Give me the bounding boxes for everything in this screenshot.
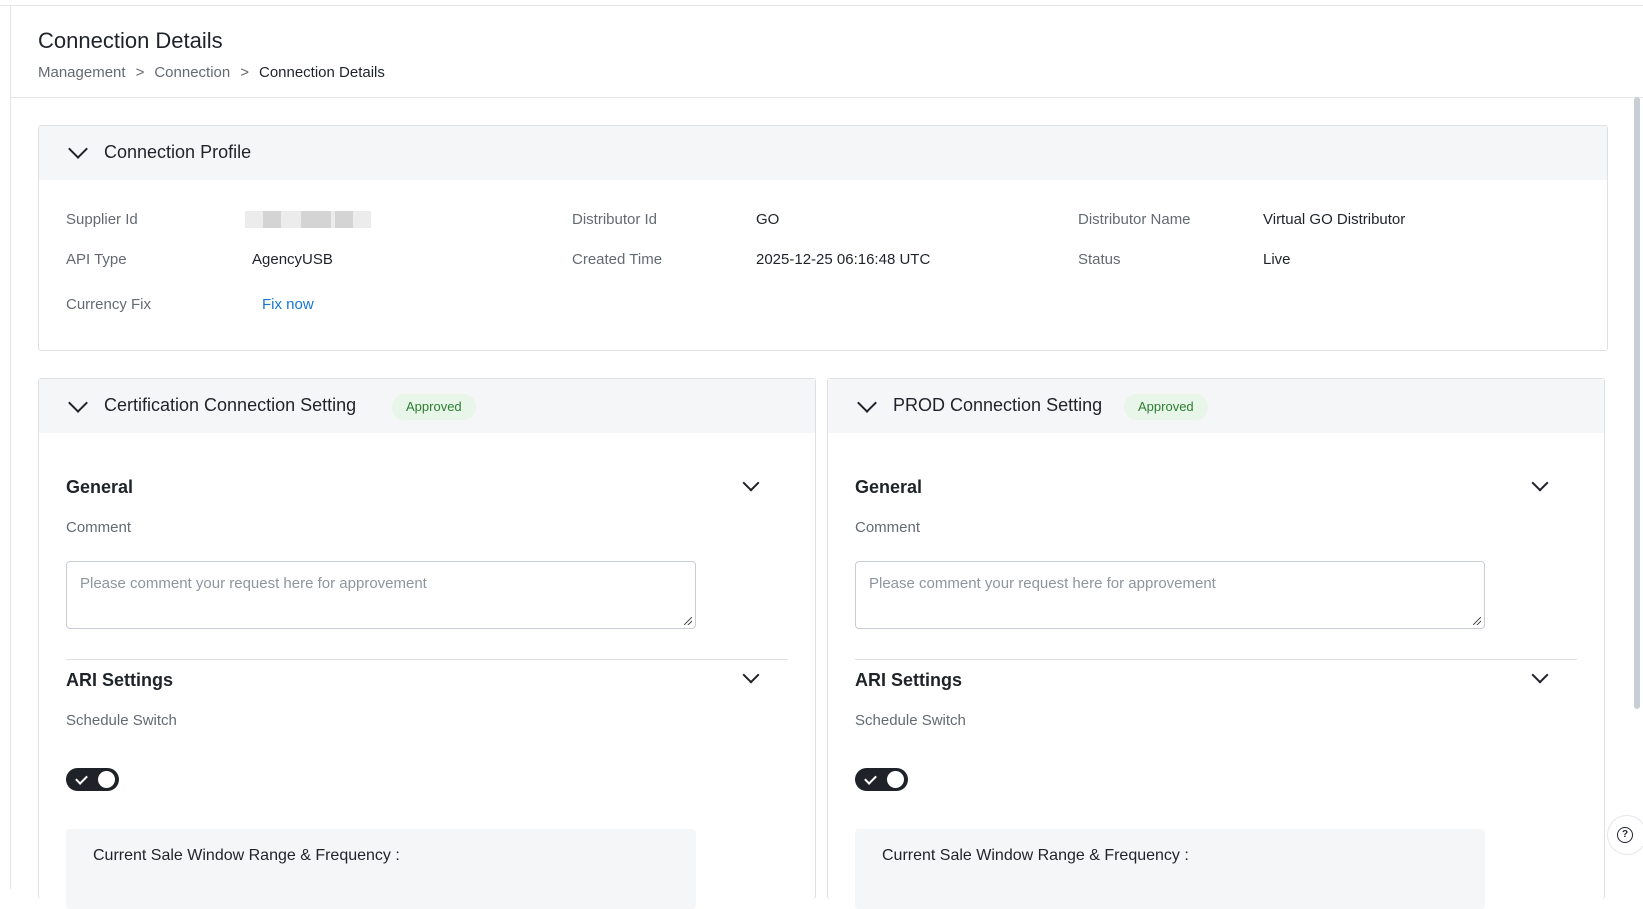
prod-setting-title: PROD Connection Setting [893, 395, 1103, 415]
breadcrumb-connection[interactable]: Connection [154, 64, 230, 81]
sale-window-title: Current Sale Window Range & Frequency : [93, 847, 400, 864]
general-section-title: General [66, 477, 134, 497]
schedule-switch-toggle[interactable] [66, 768, 119, 791]
left-divider [10, 5, 11, 889]
general-section-title: General [855, 477, 923, 497]
breadcrumb-separator: > [240, 64, 249, 81]
breadcrumb-management[interactable]: Management [38, 64, 126, 81]
breadcrumb-current: Connection Details [258, 64, 385, 81]
status-badge: Approved [1124, 394, 1208, 420]
check-icon [75, 772, 88, 785]
check-icon [864, 772, 877, 785]
comment-textarea[interactable]: Please comment your request here for app… [855, 561, 1485, 629]
chevron-down-icon[interactable] [742, 666, 760, 684]
breadcrumb-separator: > [135, 64, 145, 81]
toggle-knob [887, 771, 904, 788]
resize-handle-icon[interactable] [684, 617, 692, 625]
chevron-down-icon[interactable] [68, 139, 88, 159]
currency-fix-label: Currency Fix [66, 296, 152, 313]
distributor-name-value: Virtual GO Distributor [1263, 211, 1406, 228]
status-badge: Approved [392, 394, 476, 420]
breadcrumb: Management > Connection > Connection Det… [38, 64, 385, 81]
chevron-down-icon[interactable] [742, 474, 760, 492]
help-icon: ? [1617, 827, 1633, 843]
api-type-label: API Type [66, 251, 127, 268]
certification-setting-title: Certification Connection Setting [104, 395, 357, 415]
api-type-value: AgencyUSB [252, 251, 333, 268]
distributor-name-label: Distributor Name [1078, 211, 1191, 228]
status-value: Live [1263, 251, 1291, 268]
created-time-label: Created Time [572, 251, 663, 268]
comment-placeholder: Please comment your request here for app… [80, 575, 427, 592]
status-label: Status [1078, 251, 1121, 268]
chevron-down-icon[interactable] [1531, 474, 1549, 492]
distributor-id-value: GO [756, 211, 780, 228]
prod-setting-card: PROD Connection Setting Approved General… [827, 378, 1605, 909]
schedule-switch-label: Schedule Switch [855, 712, 966, 729]
schedule-switch-label: Schedule Switch [66, 712, 177, 729]
chevron-down-icon[interactable] [1531, 666, 1549, 684]
comment-placeholder: Please comment your request here for app… [869, 575, 1216, 592]
comment-label: Comment [855, 519, 921, 536]
prod-setting-header[interactable]: PROD Connection Setting Approved [828, 379, 1604, 433]
sale-window-box: Current Sale Window Range & Frequency : [66, 829, 696, 909]
connection-profile-title: Connection Profile [104, 142, 252, 162]
toggle-knob [98, 771, 115, 788]
page-title: Connection Details [38, 28, 223, 53]
schedule-switch-toggle[interactable] [855, 768, 908, 791]
ari-settings-title: ARI Settings [66, 670, 174, 690]
sale-window-title: Current Sale Window Range & Frequency : [882, 847, 1189, 864]
resize-handle-icon[interactable] [1473, 617, 1481, 625]
comment-textarea[interactable]: Please comment your request here for app… [66, 561, 696, 629]
connection-profile-header[interactable]: Connection Profile [39, 126, 1607, 180]
supplier-id-label: Supplier Id [66, 211, 138, 228]
created-time-value: 2025-12-25 06:16:48 UTC [756, 251, 931, 268]
certification-setting-card: Certification Connection Setting Approve… [38, 378, 816, 909]
section-divider [855, 659, 1577, 660]
ari-settings-title: ARI Settings [855, 670, 963, 690]
connection-profile-card: Connection Profile Supplier Id Distribut… [38, 125, 1608, 351]
page-header: Connection Details Management > Connecti… [11, 6, 1643, 98]
chevron-down-icon[interactable] [857, 393, 877, 413]
supplier-id-value-masked [245, 211, 371, 228]
comment-label: Comment [66, 519, 132, 536]
fix-now-link[interactable]: Fix now [262, 296, 314, 313]
distributor-id-label: Distributor Id [572, 211, 658, 228]
certification-setting-header[interactable]: Certification Connection Setting Approve… [39, 379, 815, 433]
chevron-down-icon[interactable] [68, 393, 88, 413]
vertical-scrollbar[interactable] [1634, 97, 1640, 709]
section-divider [66, 659, 788, 660]
help-button[interactable]: ? [1607, 815, 1643, 855]
sale-window-box: Current Sale Window Range & Frequency : [855, 829, 1485, 909]
